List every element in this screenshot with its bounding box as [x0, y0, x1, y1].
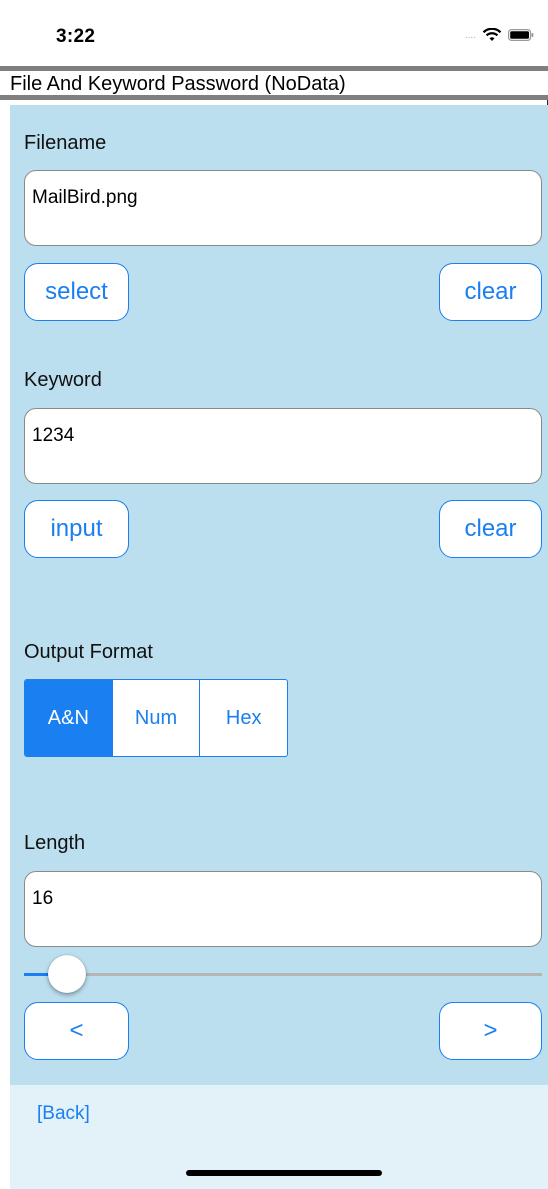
- filename-label: Filename: [24, 132, 107, 154]
- status-icons: ....: [465, 28, 534, 42]
- segment-alphanumeric[interactable]: A&N: [25, 680, 112, 756]
- previous-button[interactable]: <: [24, 1002, 129, 1060]
- signal-icon: ....: [464, 29, 476, 41]
- keyword-value: 1234: [32, 425, 75, 446]
- clear-keyword-button[interactable]: clear: [439, 500, 542, 558]
- home-indicator: [186, 1170, 382, 1176]
- keyword-field[interactable]: 1234: [24, 408, 542, 484]
- status-bar: 3:22 ....: [0, 0, 548, 66]
- filename-value: MailBird.png: [32, 187, 138, 208]
- back-link[interactable]: [Back]: [37, 1103, 90, 1125]
- wifi-icon: [482, 28, 502, 41]
- segment-hex[interactable]: Hex: [199, 680, 287, 756]
- clear-filename-button[interactable]: clear: [439, 263, 542, 321]
- title-bar: File And Keyword Password (NoData): [0, 66, 548, 100]
- page-title: File And Keyword Password (NoData): [10, 73, 346, 95]
- battery-icon: [508, 29, 534, 41]
- length-slider-track[interactable]: [24, 973, 542, 976]
- input-keyword-button[interactable]: input: [24, 500, 129, 558]
- length-field[interactable]: 16: [24, 871, 542, 947]
- filename-field[interactable]: MailBird.png: [24, 170, 542, 246]
- keyword-label: Keyword: [24, 369, 102, 391]
- segment-numeric[interactable]: Num: [111, 680, 200, 756]
- length-value: 16: [32, 888, 54, 909]
- output-format-segmented-control: A&N Num Hex: [24, 679, 288, 757]
- length-slider-thumb[interactable]: [48, 955, 87, 993]
- length-label: Length: [24, 832, 86, 854]
- select-file-button[interactable]: select: [24, 263, 129, 321]
- next-button[interactable]: >: [439, 1002, 542, 1060]
- status-time: 3:22: [56, 26, 96, 47]
- output-format-label: Output Format: [24, 641, 153, 663]
